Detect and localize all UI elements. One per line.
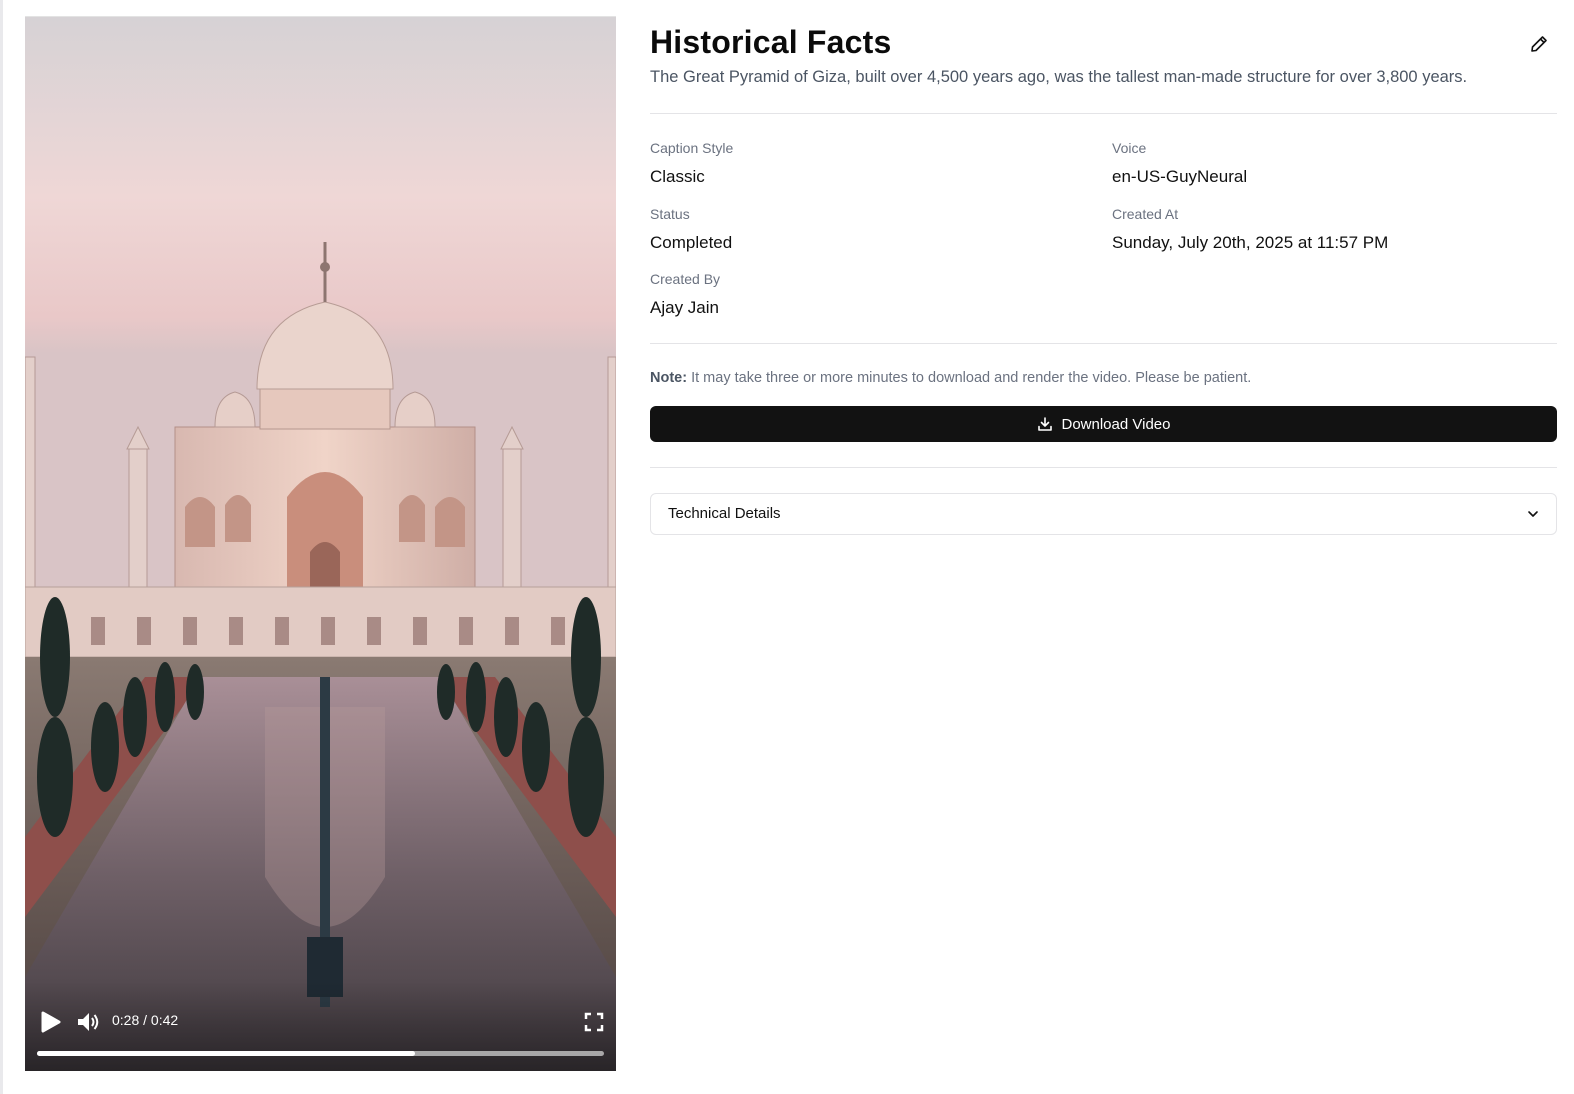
video-frame-image — [25, 17, 616, 1071]
page: 0:28 / 0:42 Historical Facts The Great P… — [0, 0, 1574, 1094]
created-at-label: Created At — [1112, 206, 1179, 222]
volume-button[interactable] — [75, 1009, 101, 1035]
status-label: Status — [650, 206, 690, 222]
technical-details-accordion[interactable]: Technical Details — [650, 493, 1557, 535]
play-icon — [41, 1011, 61, 1033]
voice-value: en-US-GuyNeural — [1112, 167, 1248, 186]
download-note: Note: It may take three or more minutes … — [650, 370, 1251, 386]
caption-style-value: Classic — [650, 167, 705, 186]
divider — [650, 343, 1557, 344]
divider — [650, 113, 1557, 114]
status-value: Completed — [650, 233, 733, 252]
video-progress-bar[interactable] — [37, 1051, 604, 1056]
voice-label: Voice — [1112, 140, 1147, 156]
fullscreen-icon — [584, 1012, 604, 1032]
edit-button[interactable] — [1529, 34, 1549, 54]
created-by-label: Created By — [650, 271, 721, 287]
pencil-icon — [1531, 36, 1547, 52]
note-text: It may take three or more minutes to dow… — [687, 370, 1252, 386]
note-label: Note: — [650, 370, 688, 386]
caption-style-label: Caption Style — [650, 140, 734, 156]
download-video-button[interactable]: Download Video — [650, 406, 1557, 442]
download-icon — [1037, 417, 1052, 431]
volume-icon — [78, 1013, 99, 1031]
created-by-value: Ajay Jain — [650, 298, 719, 317]
fullscreen-button[interactable] — [584, 1012, 604, 1032]
page-title: Historical Facts — [650, 24, 892, 60]
download-video-label: Download Video — [1061, 415, 1171, 433]
video-description: The Great Pyramid of Giza, built over 4,… — [650, 68, 1468, 86]
video-progress-fill — [37, 1051, 416, 1056]
video-player[interactable]: 0:28 / 0:42 — [25, 16, 616, 1071]
technical-details-label: Technical Details — [668, 505, 781, 522]
video-time: 0:28 / 0:42 — [112, 1012, 179, 1028]
chevron-down-icon — [1528, 511, 1538, 517]
divider — [650, 467, 1557, 468]
created-at-value: Sunday, July 20th, 2025 at 11:57 PM — [1112, 233, 1389, 252]
play-button[interactable] — [37, 1009, 63, 1035]
video-controls: 0:28 / 0:42 — [25, 981, 616, 1071]
